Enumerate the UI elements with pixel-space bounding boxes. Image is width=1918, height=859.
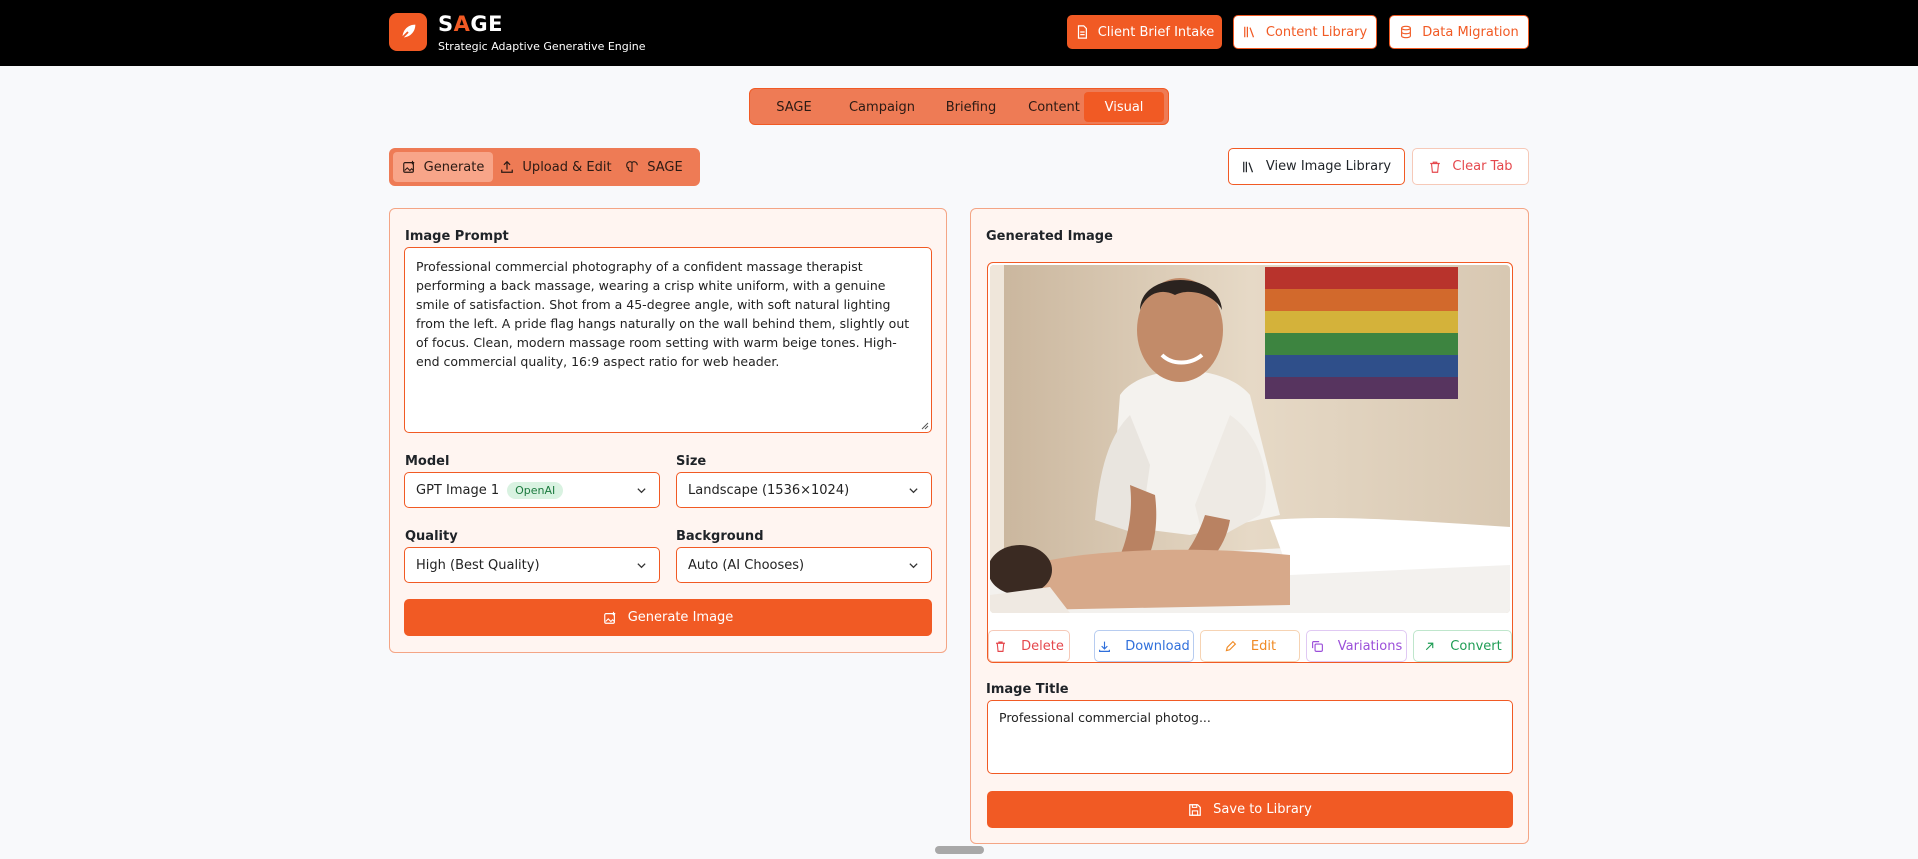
view-image-library-button[interactable]: View Image Library <box>1228 148 1405 185</box>
image-plus-icon <box>603 611 615 624</box>
image-title-label: Image Title <box>986 682 1069 697</box>
copy-icon <box>1311 640 1323 652</box>
download-image-button[interactable]: Download <box>1094 630 1194 662</box>
library-icon <box>1242 161 1253 172</box>
background-value: Auto (AI Chooses) <box>688 557 805 573</box>
model-select[interactable]: GPT Image 1 OpenAI <box>404 472 660 508</box>
arrow-up-right-icon <box>1426 642 1434 650</box>
size-value: Landscape (1536×1024) <box>688 482 850 498</box>
image-prompt-textarea[interactable]: Professional commercial photography of a… <box>404 247 932 433</box>
subtab-upload-edit-label: Upload & Edit <box>522 159 612 175</box>
size-select[interactable]: Landscape (1536×1024) <box>676 472 932 508</box>
database-icon <box>1401 25 1412 39</box>
convert-image-button[interactable]: Convert <box>1413 630 1512 662</box>
top-header: SAGE Strategic Adaptive Generative Engin… <box>0 0 1918 66</box>
download-icon <box>1099 641 1111 652</box>
delete-label: Delete <box>1021 638 1064 654</box>
brand-title: SAGE <box>438 12 503 36</box>
save-icon <box>1189 803 1202 816</box>
quality-value: High (Best Quality) <box>416 557 540 573</box>
tab-briefing[interactable]: Briefing <box>933 92 1009 122</box>
document-icon <box>1077 25 1087 39</box>
upload-icon <box>501 160 514 173</box>
generate-image-button[interactable]: Generate Image <box>404 599 932 636</box>
clear-tab-button[interactable]: Clear Tab <box>1412 148 1529 185</box>
content-library-button[interactable]: Content Library <box>1233 15 1377 49</box>
image-prompt-label: Image Prompt <box>405 229 509 244</box>
generate-image-label: Generate Image <box>627 610 734 625</box>
chevron-down-icon <box>637 488 646 494</box>
save-to-library-label: Save to Library <box>1213 802 1312 817</box>
chevron-down-icon <box>909 488 918 494</box>
tab-visual[interactable]: Visual <box>1084 92 1164 122</box>
sage-logo[interactable] <box>389 13 427 51</box>
brain-icon <box>626 161 639 172</box>
content-library-label: Content Library <box>1265 24 1368 40</box>
feather-icon <box>400 24 416 40</box>
generated-image[interactable] <box>990 265 1510 613</box>
edit-image-button[interactable]: Edit <box>1200 630 1300 662</box>
provider-badge: OpenAI <box>507 481 564 499</box>
main-tab-bar: SAGE Campaign Briefing Content Visual <box>749 88 1169 125</box>
background-label: Background <box>676 529 764 544</box>
trash-icon <box>1430 161 1441 173</box>
image-plus-icon <box>402 160 414 173</box>
client-brief-intake-label: Client Brief Intake <box>1097 24 1215 40</box>
delete-image-button[interactable]: Delete <box>988 630 1070 662</box>
image-title-input[interactable]: Professional commercial photog... <box>987 700 1513 774</box>
resize-handle-icon[interactable] <box>920 421 929 430</box>
model-label: Model <box>405 454 450 469</box>
variations-button[interactable]: Variations <box>1306 630 1407 662</box>
tab-sage[interactable]: SAGE <box>760 92 828 122</box>
background-select[interactable]: Auto (AI Chooses) <box>676 547 932 583</box>
scrollbar-thumb[interactable] <box>935 846 984 854</box>
view-image-library-label: View Image Library <box>1265 159 1392 174</box>
save-to-library-button[interactable]: Save to Library <box>987 791 1513 828</box>
download-label: Download <box>1125 638 1190 654</box>
client-brief-intake-button[interactable]: Client Brief Intake <box>1067 15 1222 49</box>
visual-subtab-bar: Generate Upload & Edit SAGE <box>389 148 700 186</box>
clear-tab-label: Clear Tab <box>1452 159 1513 174</box>
quality-label: Quality <box>405 529 458 544</box>
brand-subtitle: Strategic Adaptive Generative Engine <box>438 40 646 53</box>
image-preview-frame: Delete Download Edit Variations Convert <box>987 262 1513 663</box>
subtab-sage-label: SAGE <box>647 159 683 175</box>
subtab-sage[interactable]: SAGE <box>619 152 689 182</box>
chevron-down-icon <box>637 563 646 569</box>
library-icon <box>1243 26 1254 38</box>
data-migration-button[interactable]: Data Migration <box>1389 15 1529 49</box>
tab-content[interactable]: Content <box>1016 92 1092 122</box>
tab-campaign[interactable]: Campaign <box>838 92 926 122</box>
variations-label: Variations <box>1337 638 1403 654</box>
subtab-generate[interactable]: Generate <box>393 152 493 182</box>
size-label: Size <box>676 454 707 469</box>
massage-photo-illustration <box>990 265 1510 613</box>
pride-flag <box>1265 267 1458 399</box>
pencil-icon <box>1225 640 1237 651</box>
data-migration-label: Data Migration <box>1422 24 1519 40</box>
quality-select[interactable]: High (Best Quality) <box>404 547 660 583</box>
convert-label: Convert <box>1450 638 1502 654</box>
subtab-generate-label: Generate <box>423 159 485 175</box>
edit-label: Edit <box>1250 638 1277 654</box>
chevron-down-icon <box>909 563 918 569</box>
trash-icon <box>996 640 1006 652</box>
subtab-upload-edit[interactable]: Upload & Edit <box>497 152 615 182</box>
model-value: GPT Image 1 <box>416 482 500 498</box>
generated-image-label: Generated Image <box>986 229 1113 244</box>
